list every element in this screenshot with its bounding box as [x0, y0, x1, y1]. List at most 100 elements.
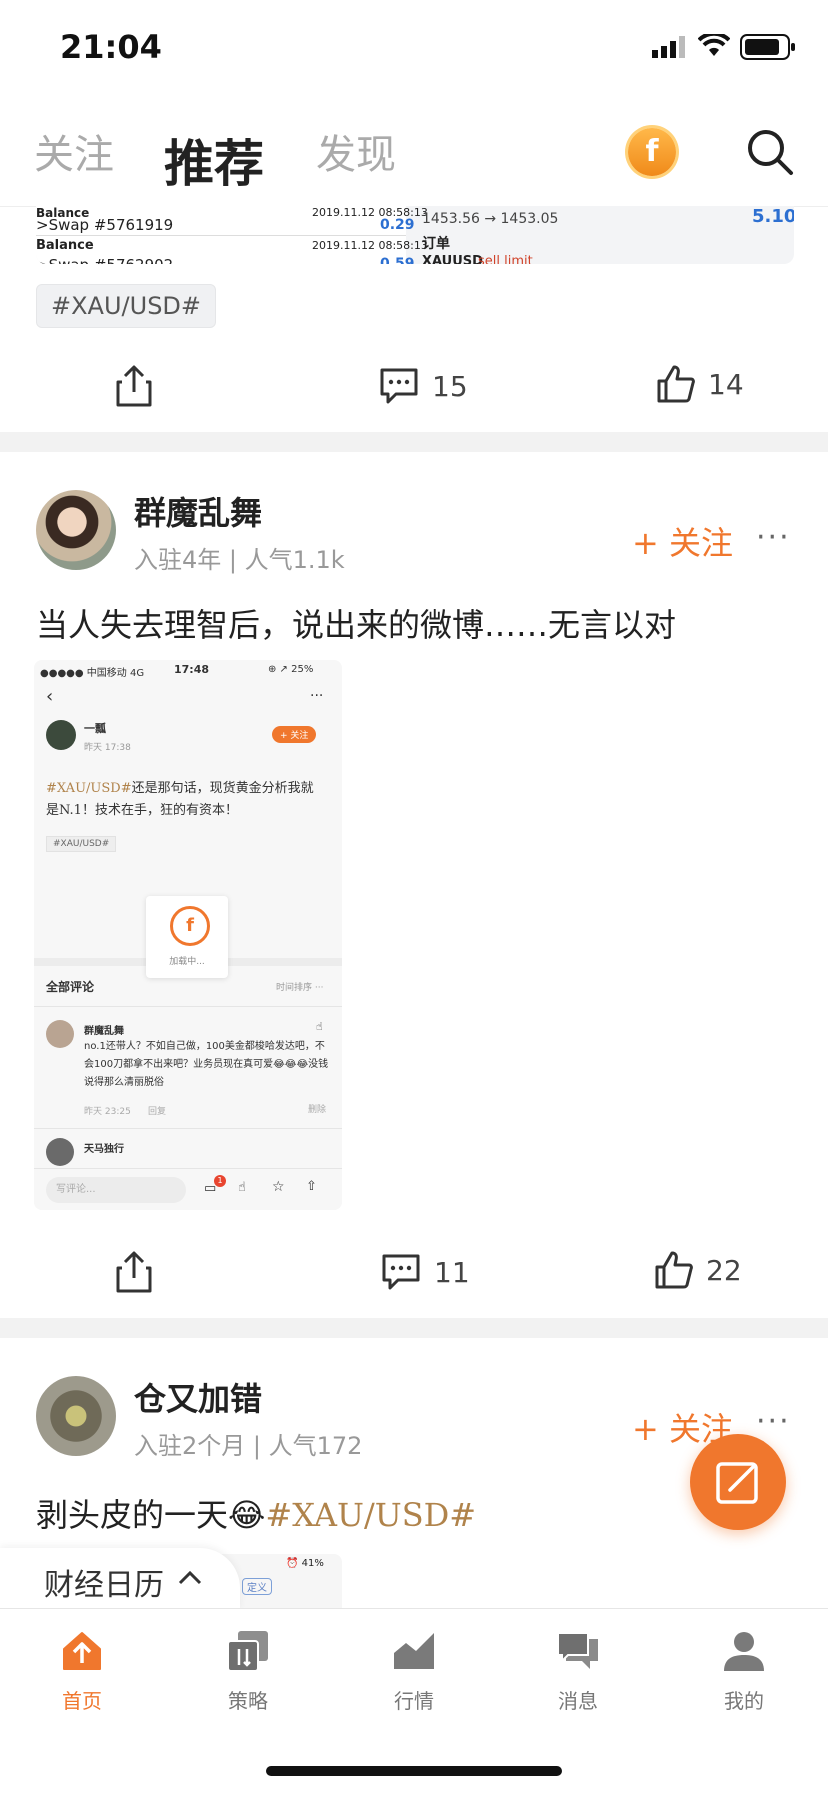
- shot-comments-title: 全部评论: [46, 980, 95, 994]
- prev-order: 订单: [422, 236, 450, 252]
- nav-label: 消息: [558, 1689, 598, 1713]
- prev-row-detail: >Swap #5761919: [36, 216, 174, 234]
- compose-button[interactable]: [690, 1434, 786, 1530]
- shot-carrier: ●●●●● 中国移动 4G: [40, 668, 145, 679]
- more-button[interactable]: ···: [756, 520, 791, 555]
- comment-button[interactable]: 11: [380, 1252, 470, 1292]
- nav-label: 策略: [228, 1689, 268, 1713]
- nav-profile[interactable]: 我的: [684, 1629, 804, 1714]
- nav-label: 我的: [724, 1689, 764, 1713]
- shot-star-icon: ☆: [272, 1179, 285, 1195]
- shot-c1-text: no.1还带人？不如自己做，100美金都梭哈发达吧，不会100刀都拿不出来吧？业…: [84, 1041, 329, 1088]
- post2-image-status: ⏰ 41%: [286, 1558, 324, 1569]
- author-meta: 入驻2个月 | 人气172: [134, 1432, 363, 1460]
- loading-logo-icon: f: [170, 906, 210, 946]
- post-text-body: 剥头皮的一天😂: [36, 1496, 266, 1534]
- avatar[interactable]: [36, 1376, 116, 1456]
- signal-icon: [652, 36, 690, 62]
- author-name[interactable]: 仓又加错: [134, 1374, 262, 1420]
- nav-label: 首页: [62, 1689, 102, 1713]
- prev-row-value: 0.29: [380, 217, 415, 233]
- comment-icon: [380, 368, 418, 404]
- tab-recommend[interactable]: 推荐: [164, 124, 264, 196]
- nav-home[interactable]: 首页: [22, 1629, 142, 1714]
- shot-c1-avatar: [46, 1020, 74, 1048]
- prev-post-image[interactable]: Balance 2019.11.12 08:58:13 >Swap #57619…: [36, 206, 794, 264]
- follow-button[interactable]: + 关注: [632, 518, 733, 564]
- coin-icon[interactable]: f: [628, 128, 676, 176]
- message-icon: [557, 1632, 598, 1669]
- calendar-toggle[interactable]: 财经日历: [0, 1548, 240, 1610]
- shot-badge: 1: [214, 1175, 226, 1187]
- loading-text: 加载中...: [169, 957, 205, 967]
- back-icon: ‹: [46, 686, 54, 707]
- search-icon[interactable]: [746, 128, 794, 180]
- loading-box: f 加载中...: [146, 896, 228, 978]
- status-time: 21:04: [60, 28, 162, 66]
- comment-count: 15: [432, 369, 468, 403]
- shot-battery: ⊕ ↗ 25%: [268, 664, 314, 675]
- nav-messages[interactable]: 消息: [518, 1629, 638, 1714]
- prev-symbol: XAUUSD: [422, 254, 483, 264]
- shot-user-time: 昨天 17:38: [84, 743, 131, 753]
- prev-row-divider: [36, 235, 406, 236]
- share-icon: [116, 1251, 152, 1293]
- post-text: 剥头皮的一天😂#XAU/USD#: [36, 1490, 476, 1536]
- shot-c1-delete: 删除: [308, 1105, 327, 1115]
- prev-value: 5.10: [752, 206, 794, 227]
- shot-rule: [34, 1006, 342, 1007]
- shot-chip: #XAU/USD#: [46, 836, 117, 852]
- post-image[interactable]: ●●●●● 中国移动 4G 17:48 ⊕ ↗ 25% ‹ ··· 一瓢 昨天 …: [34, 660, 342, 1210]
- post2-image-chip: 定义: [242, 1578, 272, 1595]
- prev-order-type: sell limit: [478, 254, 533, 264]
- comment-button[interactable]: 15: [378, 366, 468, 406]
- shot-c1-user: 群魔乱舞: [84, 1026, 124, 1037]
- comment-count: 11: [434, 1255, 470, 1289]
- shot-rule: [34, 1128, 342, 1129]
- prev-row-label: Balance: [36, 238, 94, 253]
- post-text: 当人失去理智后，说出来的微博……无言以对: [36, 606, 677, 644]
- shot-sort: 时间排序 ···: [276, 983, 324, 993]
- chevron-up-icon: [178, 1570, 202, 1585]
- shot-follow: + 关注: [272, 726, 317, 743]
- shot-share-icon: ⇧: [306, 1179, 317, 1194]
- shot-time: 17:48: [174, 663, 210, 676]
- share-icon: [116, 365, 152, 407]
- shot-input-bar: 写评论... ▭ 1 ☝ ☆ ⇧: [34, 1168, 342, 1210]
- tab-follow[interactable]: 关注: [34, 122, 114, 180]
- thumbs-up-icon: [655, 1251, 693, 1289]
- edit-icon: [716, 1462, 758, 1504]
- shot-like-icon: ☝: [238, 1180, 246, 1195]
- nav-market[interactable]: 行情: [354, 1629, 474, 1714]
- like-button[interactable]: 22: [654, 1250, 742, 1290]
- shot-input: 写评论...: [46, 1177, 186, 1203]
- nav-label: 行情: [394, 1689, 434, 1713]
- tab-discover[interactable]: 发现: [316, 122, 396, 180]
- prev-post-tag[interactable]: #XAU/USD#: [36, 284, 217, 328]
- share-button[interactable]: [114, 1250, 154, 1294]
- home-icon: [63, 1632, 101, 1670]
- shot-c1-time: 昨天 23:25: [84, 1107, 131, 1117]
- prev-row-value: 0.59: [380, 256, 415, 264]
- author-name[interactable]: 群魔乱舞: [134, 488, 262, 534]
- shot-c2-user: 天马独行: [84, 1144, 124, 1155]
- post-separator: [0, 1318, 828, 1338]
- comment-icon: [382, 1254, 420, 1290]
- calendar-label: 财经日历: [44, 1568, 164, 1603]
- shot-user: 一瓢: [84, 722, 106, 735]
- home-indicator: [266, 1766, 562, 1776]
- wifi-icon: [697, 31, 731, 62]
- prev-price: 1453.56 → 1453.05: [422, 211, 559, 227]
- share-button[interactable]: [114, 364, 154, 408]
- thumbs-up-icon: [657, 365, 695, 403]
- battery-icon: [740, 34, 796, 64]
- author-meta: 入驻4年 | 人气1.1k: [134, 546, 345, 574]
- avatar[interactable]: [36, 490, 116, 570]
- shot-avatar: [46, 720, 76, 750]
- post-tag-link[interactable]: #XAU/USD#: [265, 1496, 476, 1534]
- chart-icon: [393, 1632, 434, 1669]
- prev-row-detail: >Swap #5762902: [36, 256, 173, 264]
- shot-c1-like-icon: ☝: [316, 1020, 323, 1033]
- like-button[interactable]: 14: [656, 364, 744, 404]
- nav-strategy[interactable]: 策略: [188, 1629, 308, 1714]
